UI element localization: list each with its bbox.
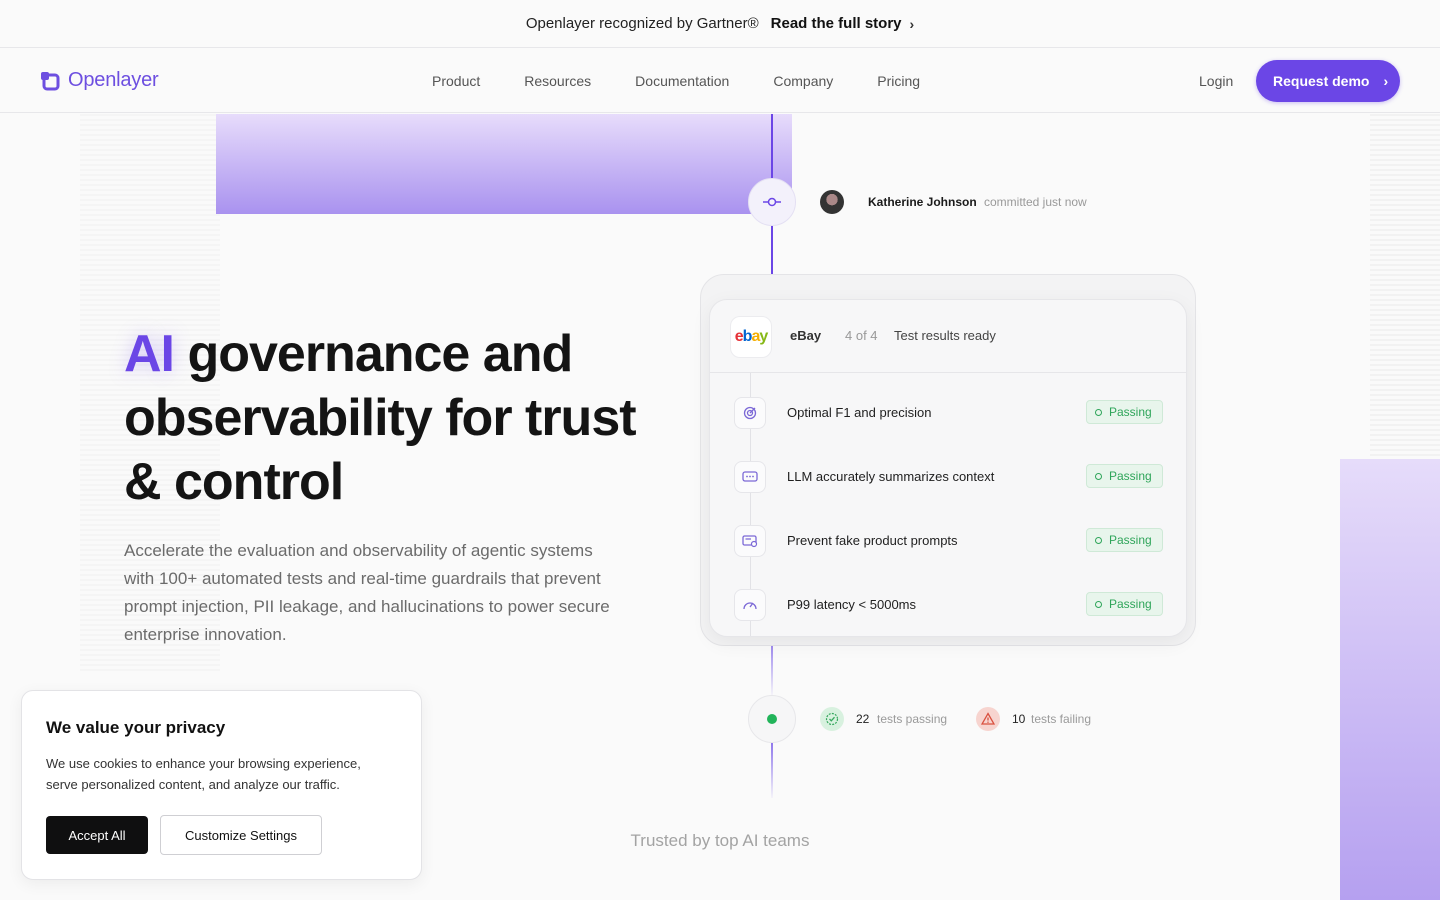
commit-author: Katherine Johnson	[868, 195, 977, 209]
test-label: Prevent fake product prompts	[787, 533, 958, 548]
status-badge: Passing	[1086, 528, 1163, 552]
speedometer-icon	[734, 589, 766, 621]
main-nav: Openlayer Product Resources Documentatio…	[0, 49, 1440, 113]
customize-settings-button[interactable]: Customize Settings	[160, 815, 322, 855]
target-icon	[734, 397, 766, 429]
ebay-logo-letter: b	[742, 328, 753, 345]
hero-title-highlight: AI	[124, 325, 175, 383]
brand-logo[interactable]: Openlayer	[40, 69, 159, 92]
green-dot-icon	[767, 714, 777, 724]
chat-icon	[734, 461, 766, 493]
test-label: P99 latency < 5000ms	[787, 597, 916, 612]
nav-item-product[interactable]: Product	[432, 73, 480, 89]
status-badge-label: Passing	[1109, 533, 1152, 547]
hero-subtitle: Accelerate the evaluation and observabil…	[124, 541, 610, 644]
commit-node	[748, 178, 796, 226]
hero-title-rest: governance and observability for trust &…	[124, 325, 637, 511]
test-label: LLM accurately summarizes context	[787, 469, 995, 484]
status-badge-label: Passing	[1109, 469, 1152, 483]
openlayer-logo-icon	[41, 71, 60, 90]
test-row: LLM accurately summarizes context Passin…	[710, 437, 1186, 501]
shield-card-icon	[734, 525, 766, 557]
chevron-right-icon: ›	[909, 15, 915, 32]
test-status: Test results ready	[894, 328, 996, 343]
cookie-title: We value your privacy	[46, 718, 226, 737]
nav-item-pricing[interactable]: Pricing	[877, 73, 920, 89]
announcement-text: Openlayer recognized by Gartner®	[525, 15, 759, 32]
avatar	[820, 190, 844, 214]
chevron-right-icon: ›	[1383, 73, 1389, 89]
status-badge-label: Passing	[1109, 597, 1152, 611]
status-dot-icon	[1095, 408, 1102, 416]
timeline-line	[771, 114, 773, 178]
warning-icon	[976, 707, 1000, 731]
test-row: Prevent fake product prompts Passing	[710, 501, 1186, 565]
ebay-logo-letter: y	[759, 328, 768, 345]
announcement-bar: Openlayer recognized by Gartner® Read th…	[0, 0, 1440, 48]
nav-item-company[interactable]: Company	[773, 73, 833, 89]
hero-title: AI governance and observability for trus…	[124, 322, 644, 514]
ebay-logo-letter: a	[751, 328, 760, 345]
cookie-body: We use cookies to enhance your browsing …	[46, 756, 361, 792]
status-badge-label: Passing	[1109, 405, 1152, 419]
read-story-link[interactable]: Read the full story ›	[771, 15, 915, 32]
test-row: P99 latency < 5000ms Passing	[710, 565, 1186, 629]
timeline-line	[771, 743, 773, 798]
status-badge: Passing	[1086, 400, 1163, 424]
status-dot-icon	[1095, 472, 1102, 480]
check-circle-icon	[820, 707, 844, 731]
failing-count: 10	[1012, 712, 1026, 726]
nav-item-documentation[interactable]: Documentation	[635, 73, 729, 89]
login-link[interactable]: Login	[1199, 73, 1233, 89]
test-row: Optimal F1 and precision Passing	[710, 373, 1186, 437]
status-dot-icon	[1095, 536, 1102, 544]
ebay-logo: ebay	[730, 316, 772, 358]
request-demo-label: Request demo	[1273, 73, 1370, 89]
failing-label: tests failing	[1031, 712, 1092, 726]
status-dot-icon	[1095, 600, 1102, 608]
read-story-label: Read the full story	[770, 15, 902, 32]
decorative-gradient-block	[216, 114, 792, 214]
nav-menu: Product Resources Documentation Company …	[432, 49, 920, 113]
commit-meta: committed just now	[984, 195, 1087, 209]
decorative-stripes-right	[1370, 114, 1440, 459]
status-badge: Passing	[1086, 592, 1163, 616]
status-badge: Passing	[1086, 464, 1163, 488]
cookie-banner: We value your privacy We use cookies to …	[21, 690, 422, 880]
request-demo-button[interactable]: Request demo ›	[1256, 60, 1400, 102]
accept-all-button[interactable]: Accept All	[46, 816, 148, 854]
company-name: eBay	[790, 328, 822, 343]
brand-name: Openlayer	[68, 69, 159, 91]
ebay-logo-letter: e	[734, 328, 744, 345]
passing-count: 22	[856, 712, 870, 726]
test-label: Optimal F1 and precision	[787, 405, 932, 420]
status-node	[748, 695, 796, 743]
git-commit-icon	[763, 197, 781, 207]
passing-label: tests passing	[877, 712, 948, 726]
test-count: 4 of 4	[845, 328, 878, 343]
card-header: ebay eBay 4 of 4 Test results ready	[710, 300, 1186, 373]
test-results-card: ebay eBay 4 of 4 Test results ready Opti…	[709, 299, 1187, 637]
nav-item-resources[interactable]: Resources	[524, 73, 591, 89]
